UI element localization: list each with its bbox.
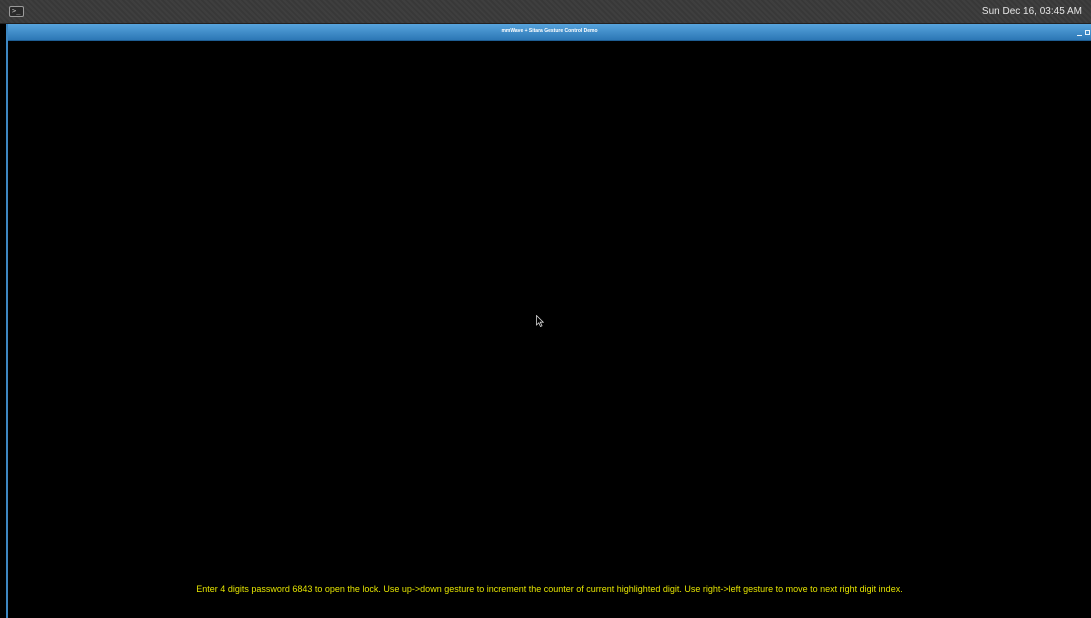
window-titlebar[interactable]: mmWave + Sitara Gesture Control Demo [8, 24, 1091, 41]
terminal-icon[interactable]: >_ [9, 6, 24, 17]
window-title: mmWave + Sitara Gesture Control Demo [501, 28, 598, 34]
mouse-pointer-icon [536, 315, 544, 327]
app-canvas[interactable]: Enter 4 digits password 6843 to open the… [8, 41, 1091, 618]
minimize-icon[interactable] [1077, 29, 1083, 37]
app-window: mmWave + Sitara Gesture Control Demo Ent… [6, 24, 1091, 618]
top-taskbar: >_ Sun Dec 16, 03:45 AM [0, 0, 1091, 24]
maximize-icon[interactable] [1085, 30, 1090, 35]
clock[interactable]: Sun Dec 16, 03:45 AM [982, 5, 1082, 19]
instruction-text: Enter 4 digits password 6843 to open the… [196, 584, 903, 594]
